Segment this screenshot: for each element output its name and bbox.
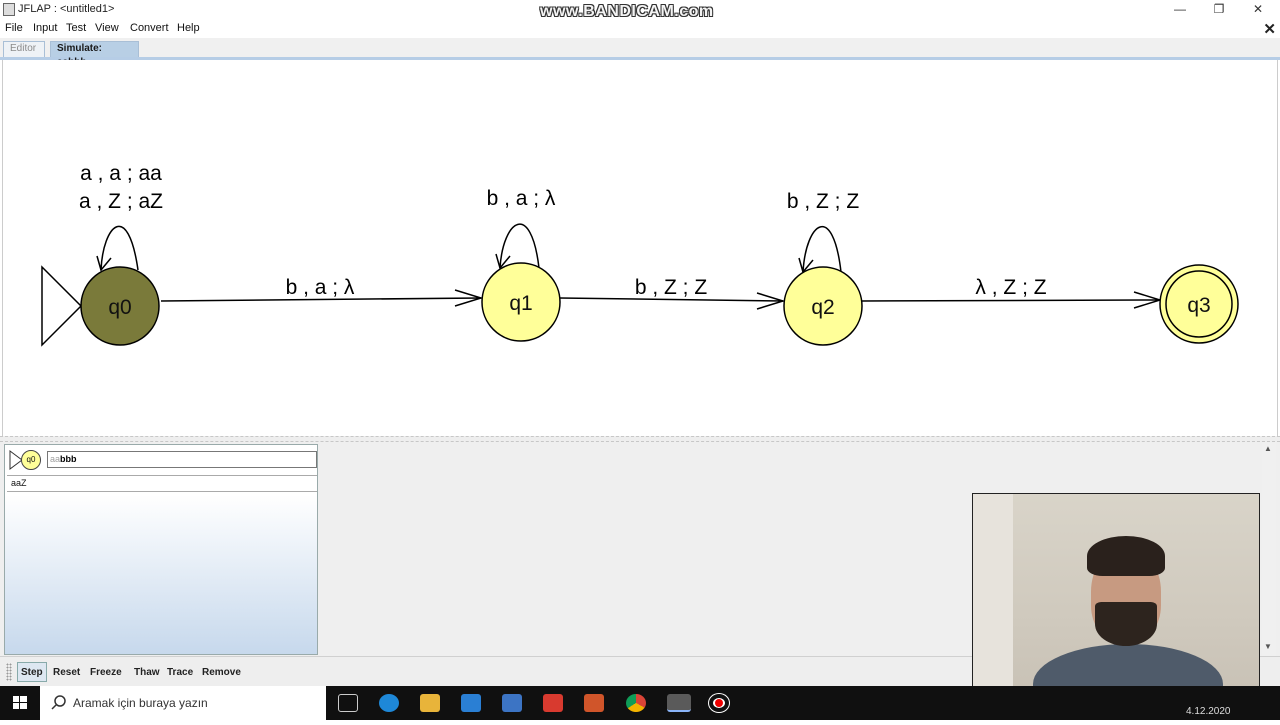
windows-start-button[interactable] xyxy=(0,686,40,720)
minimize-icon[interactable]: — xyxy=(1160,0,1200,20)
remove-button[interactable]: Remove xyxy=(198,662,245,682)
state-q3-label: q3 xyxy=(1187,294,1210,317)
start-state-marker xyxy=(41,265,83,347)
task-view-icon[interactable] xyxy=(338,694,358,712)
thaw-button[interactable]: Thaw xyxy=(130,662,164,682)
q0-loop-label-1[interactable]: a , a ; aa xyxy=(80,162,162,185)
scroll-down-icon[interactable]: ▼ xyxy=(1264,642,1272,651)
q2-q3-label[interactable]: λ , Z ; Z xyxy=(975,276,1046,299)
state-q1-label: q1 xyxy=(509,292,532,315)
q2-q3-edge[interactable] xyxy=(861,299,1161,302)
chrome-icon[interactable] xyxy=(626,694,646,712)
record-icon[interactable] xyxy=(709,694,729,712)
current-state-badge: q0 xyxy=(21,450,41,470)
reset-button[interactable]: Reset xyxy=(49,662,85,682)
q0-q1-label[interactable]: b , a ; λ xyxy=(286,276,355,299)
input-remaining: bbb xyxy=(60,454,77,464)
q2-loop-label[interactable]: b , Z ; Z xyxy=(787,190,860,213)
freeze-button[interactable]: Freeze xyxy=(86,662,126,682)
edge-browser-icon[interactable] xyxy=(379,694,399,712)
vertical-scrollbar[interactable]: ▲ ▼ xyxy=(1262,442,1276,656)
toolbar-grip-icon[interactable] xyxy=(6,663,12,681)
menu-help[interactable]: Help xyxy=(177,22,200,34)
menu-bar: File Input Test View Convert Help ✕ xyxy=(0,20,1280,38)
webcam-person-beard xyxy=(1095,602,1157,646)
close-tab-icon[interactable]: ✕ xyxy=(1263,20,1276,38)
menu-convert[interactable]: Convert xyxy=(130,22,169,34)
trace-button[interactable]: Trace xyxy=(163,662,198,682)
step-button[interactable]: Step xyxy=(17,662,47,682)
title-bar: JFLAP : <untitled1> www.BANDICAM.com — ❐… xyxy=(0,0,1280,20)
state-q0-label: q0 xyxy=(108,296,131,319)
configuration-panel[interactable]: q0 aabbb aaZ xyxy=(4,444,318,655)
scroll-up-icon[interactable]: ▲ xyxy=(1264,444,1272,453)
tab-simulate[interactable]: Simulate: aabbb xyxy=(50,41,139,68)
input-consumed: aa xyxy=(50,454,61,464)
window-title: JFLAP : <untitled1> xyxy=(18,3,115,15)
q0-loop-label-2[interactable]: a , Z ; aZ xyxy=(79,190,163,213)
menu-test[interactable]: Test xyxy=(66,22,86,34)
webcam-background-cabinet xyxy=(973,494,1013,709)
restore-icon[interactable]: ❐ xyxy=(1199,0,1239,20)
windows-taskbar: Aramak için buraya yazın xyxy=(0,686,1280,720)
store-icon[interactable] xyxy=(502,694,522,712)
tab-strip: Editor Simulate: aabbb xyxy=(0,38,1280,68)
recording-watermark: www.BANDICAM.com xyxy=(540,3,714,20)
taskbar-date: 4.12.2020 xyxy=(1186,706,1231,717)
windows-logo-icon xyxy=(13,696,27,709)
webcam-person-hair xyxy=(1087,536,1165,576)
input-tape: aabbb xyxy=(47,451,317,468)
configuration-row[interactable]: q0 aabbb xyxy=(7,448,317,470)
red-app-icon[interactable] xyxy=(543,694,563,712)
automaton-canvas[interactable]: a , a ; aa a , Z ; aZ b , a ; λ b , a ; … xyxy=(2,60,1278,436)
powerpoint-icon[interactable] xyxy=(584,694,604,712)
menu-input[interactable]: Input xyxy=(33,22,57,34)
state-q2-label: q2 xyxy=(811,296,834,319)
mail-icon[interactable] xyxy=(461,694,481,712)
jflap-app-icon xyxy=(3,3,15,16)
webcam-overlay xyxy=(972,493,1260,710)
stack-contents: aaZ xyxy=(7,475,317,492)
menu-view[interactable]: View xyxy=(95,22,119,34)
menu-file[interactable]: File xyxy=(5,22,23,34)
taskbar-search-box[interactable]: Aramak için buraya yazın xyxy=(40,686,326,720)
q1-q2-label[interactable]: b , Z ; Z xyxy=(635,276,708,299)
q1-loop-label[interactable]: b , a ; λ xyxy=(487,187,556,210)
search-icon xyxy=(51,695,66,710)
tab-editor[interactable]: Editor xyxy=(3,41,45,57)
close-window-icon[interactable]: ✕ xyxy=(1238,0,1278,20)
file-explorer-icon[interactable] xyxy=(420,694,440,712)
java-app-icon[interactable] xyxy=(667,694,691,712)
search-placeholder: Aramak için buraya yazın xyxy=(73,696,208,710)
